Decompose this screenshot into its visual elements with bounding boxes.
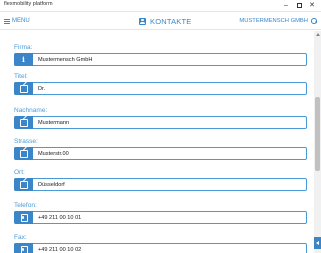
phone-icon xyxy=(20,246,28,253)
call-button[interactable] xyxy=(14,210,33,224)
edit-button[interactable] xyxy=(14,81,33,95)
field-label: Fax: xyxy=(14,234,27,241)
titel-input[interactable]: Dr. xyxy=(14,81,307,95)
edit-icon xyxy=(19,181,28,189)
field-value: Mustermensch GmbH xyxy=(38,56,93,63)
field-label: Firma: xyxy=(14,44,33,51)
call-button[interactable] xyxy=(14,242,33,253)
strasse-input[interactable]: Musterstr.00 xyxy=(14,146,307,160)
edit-icon xyxy=(19,119,28,127)
minimize-button[interactable]: – xyxy=(281,0,291,11)
field-value: +49 211 00 10 01 xyxy=(38,214,82,221)
nachname-input[interactable]: Mustermann xyxy=(14,115,307,129)
field-label: Titel: xyxy=(14,73,28,80)
field-value: Mustermann xyxy=(38,119,70,126)
field-value: Dr. xyxy=(38,85,46,92)
scroll-up-icon[interactable] xyxy=(315,33,320,37)
field-strasse: Strasse: Musterstr.00 xyxy=(14,137,307,160)
field-label: Ort: xyxy=(14,169,25,176)
field-label: Telefon: xyxy=(14,202,37,209)
page-title-label: KONTAKTE xyxy=(150,16,192,26)
company-label: MUSTERMENSCH GMBH xyxy=(239,18,308,24)
phone-icon xyxy=(20,214,28,222)
field-label: Strasse: xyxy=(14,138,38,145)
firma-input[interactable]: i Mustermensch GmbH xyxy=(14,52,307,66)
field-ort: Ort: Düsseldorf xyxy=(14,168,307,191)
info-icon: i xyxy=(14,52,33,66)
fax-input[interactable]: +49 211 00 10 02 xyxy=(14,242,307,253)
company-search-button[interactable]: MUSTERMENSCH GMBH xyxy=(239,15,317,27)
vertical-scrollbar[interactable] xyxy=(314,31,321,253)
contact-form: Firma: i Mustermensch GmbH Titel: Dr. Na… xyxy=(0,31,314,253)
field-label: Nachname: xyxy=(14,107,48,114)
app-header: MENU KONTAKTE MUSTERMENSCH GMBH xyxy=(0,12,321,30)
maximize-icon xyxy=(296,3,302,8)
side-panel-toggle[interactable] xyxy=(314,237,321,249)
close-button[interactable]: ✕ xyxy=(307,0,317,11)
field-firma: Firma: i Mustermensch GmbH xyxy=(14,43,307,66)
hamburger-icon xyxy=(4,18,10,24)
scrollbar-thumb[interactable] xyxy=(315,97,320,171)
contact-icon xyxy=(139,17,146,25)
ort-input[interactable]: Düsseldorf xyxy=(14,177,307,191)
maximize-button[interactable] xyxy=(294,0,304,11)
edit-icon xyxy=(19,150,28,158)
edit-button[interactable] xyxy=(14,177,33,191)
menu-button[interactable]: MENU xyxy=(4,15,30,27)
edit-icon xyxy=(19,85,28,93)
search-icon xyxy=(311,18,317,24)
field-value: Düsseldorf xyxy=(38,181,65,188)
field-fax: Fax: +49 211 00 10 02 xyxy=(14,233,307,253)
page-title: KONTAKTE xyxy=(139,15,191,27)
edit-button[interactable] xyxy=(14,146,33,160)
window-titlebar: flexmobility platform – ✕ xyxy=(0,0,321,12)
edit-button[interactable] xyxy=(14,115,33,129)
telefon-input[interactable]: +49 211 00 10 01 xyxy=(14,210,307,224)
field-value: Musterstr.00 xyxy=(38,150,69,157)
field-titel: Titel: Dr. xyxy=(14,72,307,95)
window-title: flexmobility platform xyxy=(4,1,53,7)
field-telefon: Telefon: +49 211 00 10 01 xyxy=(14,201,307,224)
field-value: +49 211 00 10 02 xyxy=(38,246,82,253)
field-nachname: Nachname: Mustermann xyxy=(14,106,307,129)
menu-label: MENU xyxy=(12,18,30,24)
